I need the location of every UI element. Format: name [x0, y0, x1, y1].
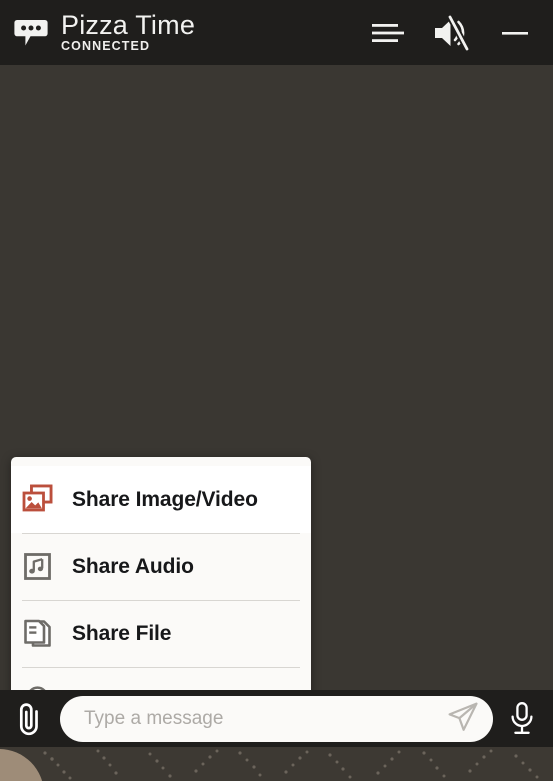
message-input-bar: [0, 690, 553, 747]
menu-item-label: Share File: [72, 621, 172, 645]
map-pin-icon: [22, 685, 53, 690]
chat-message-area: Share Image/Video Share Audio Share File: [0, 65, 553, 690]
chat-app-window: Pizza Time CONNECTED Share Image/Video S…: [0, 0, 553, 781]
menu-item-label: Share Image/Video: [72, 487, 258, 511]
menu-item-label: Share Audio: [72, 554, 194, 578]
menu-item-label: Share Location: [72, 689, 222, 691]
attach-button[interactable]: [12, 700, 46, 738]
minimize-button[interactable]: [495, 13, 535, 53]
image-stack-icon: [22, 484, 53, 515]
microphone-icon: [507, 701, 537, 737]
voice-record-button[interactable]: [507, 701, 537, 737]
menu-button[interactable]: [367, 13, 407, 53]
pizza-texture-strip: [0, 747, 553, 781]
menu-item-share-location[interactable]: Share Location: [11, 667, 311, 690]
send-button[interactable]: [441, 697, 485, 741]
brand-block: Pizza Time CONNECTED: [14, 11, 367, 54]
send-paper-plane-icon: [446, 700, 480, 737]
speaker-muted-icon: [431, 14, 471, 51]
brand-text: Pizza Time CONNECTED: [61, 11, 195, 54]
paperclip-icon: [12, 700, 46, 738]
menu-item-share-image-video[interactable]: Share Image/Video: [11, 466, 311, 533]
minimize-icon: [501, 27, 529, 39]
menu-item-share-audio[interactable]: Share Audio: [11, 533, 311, 600]
message-input[interactable]: [82, 706, 441, 731]
menu-item-share-file[interactable]: Share File: [11, 600, 311, 667]
audio-note-icon: [22, 551, 53, 582]
message-input-wrapper: [60, 695, 493, 742]
mute-button[interactable]: [431, 13, 471, 53]
share-attachment-menu: Share Image/Video Share Audio Share File: [11, 457, 311, 690]
texture-dots: [43, 749, 539, 780]
app-header: Pizza Time CONNECTED: [0, 0, 553, 65]
header-actions: [367, 13, 535, 53]
chat-bubble-dots-icon: [14, 18, 48, 48]
status-badge: CONNECTED: [61, 39, 151, 54]
file-pages-icon: [22, 618, 53, 649]
hamburger-menu-icon: [370, 22, 404, 44]
page-title: Pizza Time: [61, 9, 196, 40]
